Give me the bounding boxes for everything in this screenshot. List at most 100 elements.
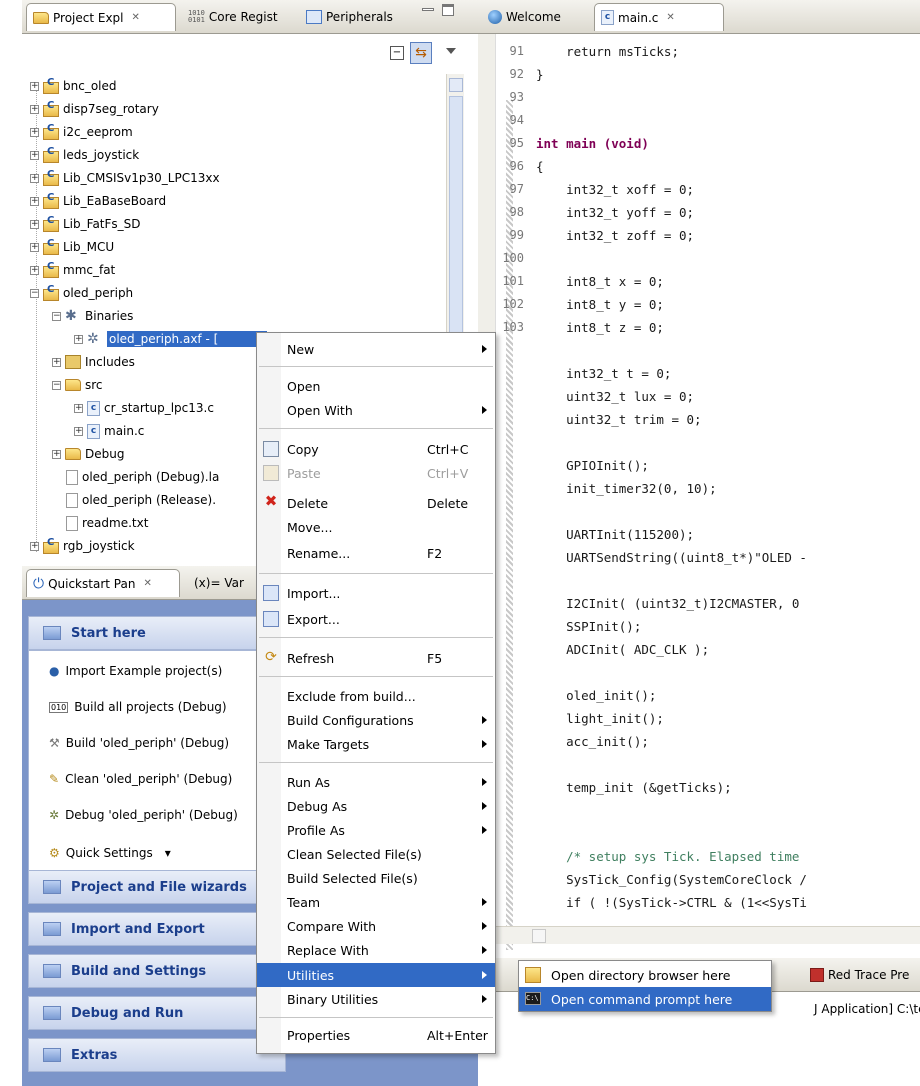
expand-icon[interactable]: + — [74, 426, 83, 436]
tree-item[interactable]: oled_periph (Release). — [66, 489, 258, 511]
minimize-icon[interactable] — [422, 8, 434, 11]
expand-icon[interactable]: + — [30, 541, 39, 551]
tree-item[interactable]: + Debug — [52, 443, 124, 465]
menu-item-utilities[interactable]: Utilities — [257, 963, 495, 987]
expand-icon[interactable]: + — [30, 150, 39, 160]
tree-item[interactable]: + Lib_FatFs_SD — [30, 213, 141, 235]
debug-run-header[interactable]: Debug and Run — [28, 996, 286, 1030]
menu-item-open-with[interactable]: Open With — [257, 398, 495, 422]
scroll-left-icon[interactable] — [532, 929, 546, 943]
tree-item[interactable]: + Lib_CMSISv1p30_LPC13xx — [30, 167, 220, 189]
tree-item[interactable]: + disp7seg_rotary — [30, 98, 159, 120]
project-wizards-header[interactable]: Project and File wizards — [28, 870, 286, 904]
menu-item-binary-utilities[interactable]: Binary Utilities — [257, 987, 495, 1011]
close-icon[interactable]: ✕ — [143, 578, 151, 589]
tree-item[interactable]: + mmc_fat — [30, 259, 115, 281]
expand-icon[interactable]: + — [52, 449, 61, 459]
menu-item-copy[interactable]: Copy Ctrl+C — [257, 437, 495, 461]
menu-item-build-selected[interactable]: Build Selected File(s) — [257, 866, 495, 890]
build-all-item[interactable]: 010 Build all projects (Debug) — [29, 689, 291, 725]
menu-item-profile-as[interactable]: Profile As — [257, 818, 495, 842]
tree-item[interactable]: + leds_joystick — [30, 144, 139, 166]
expand-icon[interactable]: + — [30, 173, 39, 183]
menu-item-rename[interactable]: Rename... F2 — [257, 541, 495, 565]
quick-settings-item[interactable]: ⚙ Quick Settings ▾ — [29, 835, 291, 871]
menu-item-refresh[interactable]: ⟳ Refresh F5 — [257, 646, 495, 670]
tree-item[interactable]: + Lib_EaBaseBoard — [30, 190, 166, 212]
expand-icon[interactable]: + — [30, 127, 39, 137]
close-icon[interactable]: ✕ — [666, 12, 674, 23]
tab-quickstart-panel[interactable]: ⏻ Quickstart Pan ✕ — [26, 569, 180, 597]
tab-project-explorer[interactable]: Project Expl ✕ — [26, 3, 176, 31]
tree-item[interactable]: oled_periph (Debug).la — [66, 466, 258, 488]
expand-icon[interactable]: + — [30, 196, 39, 206]
tree-item[interactable]: + Includes — [52, 351, 135, 373]
tab-variables[interactable]: (x)= Var — [188, 570, 250, 596]
tree-item[interactable]: readme.txt — [66, 512, 148, 534]
tree-item[interactable]: + rgb_joystick — [30, 535, 135, 557]
tab-main-c[interactable]: c main.c ✕ — [594, 3, 724, 31]
editor-hscrollbar[interactable] — [496, 926, 920, 944]
build-settings-header[interactable]: Build and Settings — [28, 954, 286, 988]
scroll-up-icon[interactable] — [449, 78, 463, 92]
menu-item-exclude-from-build[interactable]: Exclude from build... — [257, 684, 495, 708]
menu-item-clean-selected[interactable]: Clean Selected File(s) — [257, 842, 495, 866]
submenu-item-open-directory-browser[interactable]: Open directory browser here — [519, 963, 771, 987]
project-explorer-tabbar: Project Expl ✕ 1010 0101 Core Regist Per… — [22, 0, 478, 34]
expand-icon[interactable]: + — [74, 334, 83, 344]
collapse-icon[interactable]: − — [52, 311, 61, 321]
menu-item-compare-with[interactable]: Compare With — [257, 914, 495, 938]
menu-item-properties[interactable]: Properties Alt+Enter — [257, 1023, 495, 1047]
menu-item-replace-with[interactable]: Replace With — [257, 938, 495, 962]
tab-welcome[interactable]: Welcome — [482, 4, 567, 30]
collapse-icon[interactable]: − — [52, 380, 61, 390]
expand-icon[interactable]: + — [30, 242, 39, 252]
extras-header[interactable]: Extras — [28, 1038, 286, 1072]
build-project-item[interactable]: ⚒ Build 'oled_periph' (Debug) — [29, 725, 291, 761]
collapse-all-icon[interactable]: − — [390, 46, 404, 60]
link-with-editor-icon[interactable]: ⇆ — [410, 42, 432, 64]
expand-icon[interactable]: + — [74, 403, 83, 413]
menu-item-new[interactable]: New — [257, 337, 495, 361]
menu-item-open[interactable]: Open — [257, 374, 495, 398]
tree-item[interactable]: + bnc_oled — [30, 75, 117, 97]
clean-project-item[interactable]: ✎ Clean 'oled_periph' (Debug) — [29, 761, 291, 797]
submenu-item-open-command-prompt[interactable]: C:\ Open command prompt here — [519, 987, 771, 1011]
close-icon[interactable]: ✕ — [132, 12, 140, 23]
code-editor[interactable]: 91 return msTicks; 92} 93 94 95 int main … — [496, 40, 920, 954]
tree-item[interactable]: + c cr_startup_lpc13.c — [74, 397, 254, 419]
tree-item[interactable]: + Lib_MCU — [30, 236, 114, 258]
maximize-icon[interactable] — [442, 4, 454, 16]
start-here-header[interactable]: Start here — [28, 616, 286, 650]
view-menu-icon[interactable] — [446, 48, 456, 54]
menu-item-delete[interactable]: ✖ Delete Delete — [257, 491, 495, 515]
menu-item-make-targets[interactable]: Make Targets — [257, 732, 495, 756]
menu-item-run-as[interactable]: Run As — [257, 770, 495, 794]
expand-icon[interactable]: + — [30, 81, 39, 91]
menu-item-export[interactable]: Export... — [257, 607, 495, 631]
tree-item[interactable]: + c main.c — [74, 420, 144, 442]
expand-icon[interactable]: + — [52, 357, 61, 367]
tree-item[interactable]: − oled_periph — [30, 282, 133, 304]
menu-item-build-configurations[interactable]: Build Configurations — [257, 708, 495, 732]
tab-peripherals[interactable]: Peripherals — [300, 4, 399, 30]
tab-core-registers[interactable]: 1010 0101 Core Regist — [182, 4, 284, 30]
section-label: Project and File wizards — [71, 879, 247, 895]
menu-item-import[interactable]: Import... — [257, 581, 495, 605]
menu-item-team[interactable]: Team — [257, 890, 495, 914]
tree-item-selected[interactable]: + ✲ oled_periph.axf - [ — [74, 328, 267, 350]
import-export-header[interactable]: Import and Export — [28, 912, 286, 946]
tree-item[interactable]: − ✱ Binaries — [52, 305, 133, 327]
menu-item-move[interactable]: Move... — [257, 515, 495, 539]
expand-icon[interactable]: + — [30, 104, 39, 114]
expand-icon[interactable]: + — [30, 265, 39, 275]
collapse-icon[interactable]: − — [30, 288, 39, 298]
expand-icon[interactable]: + — [30, 219, 39, 229]
menu-item-debug-as[interactable]: Debug As — [257, 794, 495, 818]
tree-item[interactable]: − src — [52, 374, 103, 396]
menu-item-paste[interactable]: Paste Ctrl+V — [257, 461, 495, 485]
tree-item[interactable]: + i2c_eeprom — [30, 121, 133, 143]
import-example-item[interactable]: ● Import Example project(s) — [29, 653, 291, 689]
tab-red-trace-preview[interactable]: Red Trace Pre — [804, 962, 915, 988]
debug-project-item[interactable]: ✲ Debug 'oled_periph' (Debug) — [29, 797, 291, 833]
